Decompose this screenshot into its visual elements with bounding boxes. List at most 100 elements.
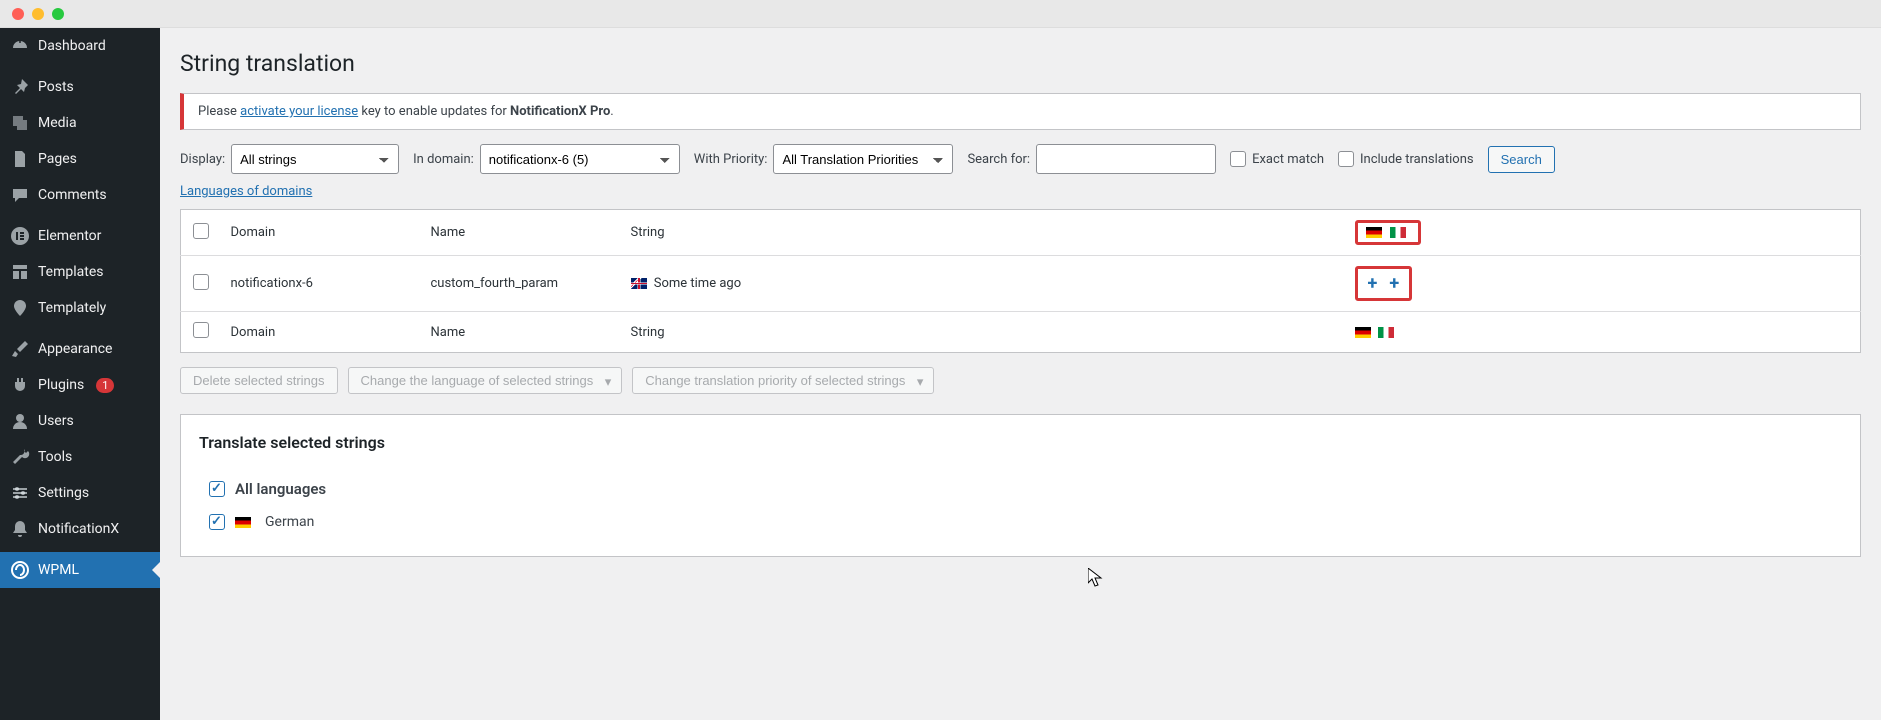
table-row: notificationx-6 custom_fourth_param Some… [181,256,1861,312]
flag-germany-icon [235,517,251,528]
wpml-icon [10,560,30,580]
sidebar-item-label: Templately [38,300,106,316]
dashboard-icon [10,36,30,56]
notice-text: Please [198,104,240,119]
col-domain: Domain [221,210,421,256]
brush-icon [10,339,30,359]
window-chrome [0,0,1881,28]
all-languages-label: All languages [235,480,326,498]
sidebar-item-label: Templates [38,264,104,280]
change-language-button[interactable]: Change the language of selected strings [348,367,623,394]
col-name-footer: Name [421,312,621,353]
sidebar-item-appearance[interactable]: Appearance [0,331,160,367]
select-all-checkbox[interactable] [193,223,209,239]
sidebar-item-label: Settings [38,485,89,501]
templately-icon [10,298,30,318]
sidebar-item-label: Pages [38,151,77,167]
page-icon [10,149,30,169]
page-title: String translation [180,50,1861,77]
domain-select[interactable]: notificationx-6 (5) [480,144,680,174]
flag-uk-icon [631,278,647,289]
main-content: String translation Please activate your … [160,28,1881,720]
flag-italy-icon [1390,227,1406,238]
flag-germany-icon [1355,327,1371,338]
col-flags [1345,210,1431,256]
elementor-icon [10,226,30,246]
exact-match-label[interactable]: Exact match [1230,151,1324,167]
languages-of-domains-link[interactable]: Languages of domains [180,184,312,199]
change-priority-button[interactable]: Change translation priority of selected … [632,367,934,394]
sidebar-item-media[interactable]: Media [0,105,160,141]
row-checkbox[interactable] [193,274,209,290]
strings-table: Domain Name String notificationx-6 [180,209,1861,353]
wrench-icon [10,447,30,467]
sidebar-item-notificationx[interactable]: NotificationX [0,511,160,547]
close-window-icon[interactable] [12,8,24,20]
priority-select[interactable]: All Translation Priorities [773,144,953,174]
cell-string: Some time ago [621,256,1345,312]
all-languages-checkbox[interactable] [209,481,225,497]
highlight-border [1355,220,1421,245]
display-select[interactable]: All strings [231,144,399,174]
col-domain-footer: Domain [221,312,421,353]
sidebar-item-pages[interactable]: Pages [0,141,160,177]
add-translation-it-button[interactable]: + [1385,273,1403,294]
sidebar-item-label: Posts [38,79,74,95]
sidebar-item-elementor[interactable]: Elementor [0,218,160,254]
sidebar-item-label: Dashboard [38,38,106,54]
sidebar-item-templately[interactable]: Templately [0,290,160,326]
lang-row-german: German [199,506,1842,538]
sidebar-item-plugins[interactable]: Plugins 1 [0,367,160,403]
flag-germany-icon [1366,227,1382,238]
sidebar-item-tools[interactable]: Tools [0,439,160,475]
admin-sidebar: Dashboard Posts Media Pages Comments Ele… [0,28,160,720]
german-checkbox[interactable] [209,514,225,530]
domain-label: In domain: [413,152,474,167]
sidebar-item-label: Appearance [38,341,112,357]
maximize-window-icon[interactable] [52,8,64,20]
filter-bar: Display: All strings In domain: notifica… [180,144,1861,174]
sidebar-item-label: Plugins [38,377,84,393]
sidebar-item-settings[interactable]: Settings [0,475,160,511]
notificationx-icon [10,519,30,539]
cell-domain: notificationx-6 [221,256,421,312]
sidebar-item-posts[interactable]: Posts [0,69,160,105]
exact-match-checkbox[interactable] [1230,151,1246,167]
sidebar-item-wpml[interactable]: WPML [0,552,160,588]
sidebar-item-label: Elementor [38,228,101,244]
include-translations-checkbox[interactable] [1338,151,1354,167]
minimize-window-icon[interactable] [32,8,44,20]
plugin-icon [10,375,30,395]
german-label: German [265,514,314,530]
sidebar-item-label: Users [38,413,74,429]
include-translations-label[interactable]: Include translations [1338,151,1474,167]
bulk-actions: Delete selected strings Change the langu… [180,367,1861,394]
sidebar-item-users[interactable]: Users [0,403,160,439]
col-flags-footer [1345,312,1431,353]
notice-text: . [610,104,613,119]
activate-license-link[interactable]: activate your license [240,104,358,119]
sidebar-item-comments[interactable]: Comments [0,177,160,213]
user-icon [10,411,30,431]
templates-icon [10,262,30,282]
sidebar-item-label: Media [38,115,77,131]
highlight-border: + + [1355,266,1413,301]
comment-icon [10,185,30,205]
col-string: String [621,210,1345,256]
translate-panel-title: Translate selected strings [199,433,1842,452]
add-translation-de-button[interactable]: + [1364,273,1382,294]
search-input[interactable] [1036,144,1216,174]
flag-italy-icon [1378,327,1394,338]
notice-text: key to enable updates for [358,104,510,119]
select-all-footer-checkbox[interactable] [193,322,209,338]
delete-strings-button[interactable]: Delete selected strings [180,367,338,394]
notice-bold: NotificationX Pro [510,104,610,119]
cell-name: custom_fourth_param [421,256,621,312]
sidebar-item-templates[interactable]: Templates [0,254,160,290]
priority-label: With Priority: [694,152,768,167]
media-icon [10,113,30,133]
col-name: Name [421,210,621,256]
sidebar-item-dashboard[interactable]: Dashboard [0,28,160,64]
search-button[interactable]: Search [1488,146,1555,173]
settings-icon [10,483,30,503]
